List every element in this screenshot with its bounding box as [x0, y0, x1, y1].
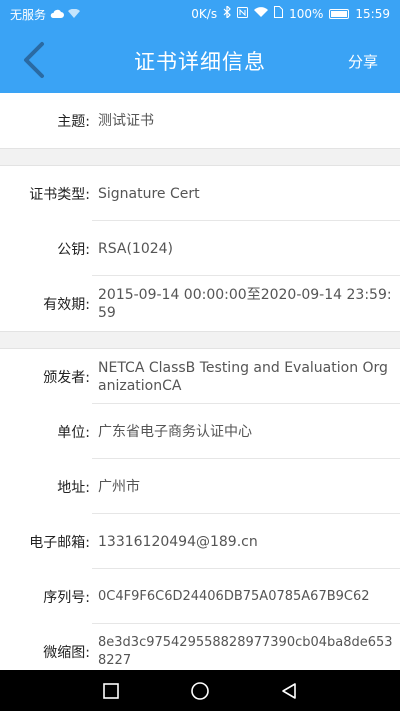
subject-label: 主题: [57, 113, 90, 130]
organization-row: 单位: 广东省电子商务认证中心 [0, 404, 400, 459]
issuer-value: NETCA ClassB Testing and Evaluation Orga… [98, 359, 388, 394]
status-right: 0K/s 100% 15:59 [191, 4, 390, 21]
address-value: 广州市 [98, 478, 140, 495]
share-button[interactable]: 分享 [348, 51, 378, 72]
wifi-signal-icon [254, 6, 269, 21]
email-row: 电子邮箱: 13316120494@189.cn [0, 514, 400, 569]
thumbprint-value: 8e3d3c975429558828977390cb04ba8de6538227 [98, 634, 393, 668]
type-row: 证书类型: Signature Cert [0, 166, 400, 221]
organization-value: 广东省电子商务认证中心 [98, 423, 252, 440]
issuer-group: 颁发者: NETCA ClassB Testing and Evaluation… [0, 349, 400, 670]
thumbprint-row: 微缩图: 8e3d3c975429558828977390cb04ba8de65… [0, 624, 400, 670]
circle-icon [191, 682, 209, 700]
triangle-back-icon [282, 683, 296, 699]
home-button[interactable] [189, 680, 211, 702]
address-row: 地址: 广州市 [0, 459, 400, 514]
email-value: 13316120494@189.cn [98, 533, 258, 550]
subject-value: 测试证书 [98, 112, 154, 129]
app-bar: 证书详细信息 分享 [0, 28, 400, 93]
status-left: 无服务 [10, 6, 81, 23]
battery-icon [329, 8, 350, 19]
sim-icon [274, 6, 284, 21]
cloud-icon [50, 8, 65, 22]
battery-percent: 100% [289, 6, 324, 21]
issuer-label: 颁发者: [43, 369, 90, 386]
issuer-row: 颁发者: NETCA ClassB Testing and Evaluation… [0, 349, 400, 404]
validity-value: 2015-09-14 00:00:00至2020-09-14 23:59:59 [98, 286, 392, 321]
carrier-text: 无服务 [10, 8, 47, 22]
cert-detail-list[interactable]: 主题: 测试证书 证书类型: Signature Cert 公钥: RSA(10… [0, 93, 400, 670]
nfc-icon [237, 6, 249, 21]
serial-row: 序列号: 0C4F9F6C6D24406DB75A0785A67B9C62 [0, 569, 400, 624]
network-speed: 0K/s [191, 6, 218, 21]
recent-apps-button[interactable] [100, 680, 122, 702]
type-label: 证书类型: [29, 186, 90, 203]
email-label: 电子邮箱: [29, 534, 90, 551]
public-key-value: RSA(1024) [98, 240, 174, 257]
public-key-row: 公钥: RSA(1024) [0, 221, 400, 276]
section-divider [0, 148, 400, 166]
subject-group: 主题: 测试证书 [0, 93, 400, 148]
nav-back-button[interactable] [278, 680, 300, 702]
section-divider [0, 331, 400, 349]
organization-label: 单位: [57, 424, 90, 441]
public-key-label: 公钥: [57, 241, 90, 258]
status-bar: 无服务 0K/s 100% 15:59 [0, 0, 400, 28]
serial-value: 0C4F9F6C6D24406DB75A0785A67B9C62 [98, 588, 370, 604]
bluetooth-icon [223, 4, 231, 21]
square-icon [103, 683, 119, 699]
subject-row: 主题: 测试证书 [0, 93, 400, 148]
serial-label: 序列号: [43, 589, 90, 606]
type-value: Signature Cert [98, 185, 200, 202]
clock-time: 15:59 [355, 6, 390, 21]
validity-label: 有效期: [43, 296, 90, 313]
system-nav-bar [0, 670, 400, 711]
address-label: 地址: [57, 479, 90, 496]
thumbprint-label: 微缩图: [43, 644, 90, 661]
validity-row: 有效期: 2015-09-14 00:00:00至2020-09-14 23:5… [0, 276, 400, 331]
cert-info-group: 证书类型: Signature Cert 公钥: RSA(1024) 有效期: … [0, 166, 400, 331]
wifi-icon [68, 8, 81, 22]
page-title: 证书详细信息 [134, 50, 266, 74]
